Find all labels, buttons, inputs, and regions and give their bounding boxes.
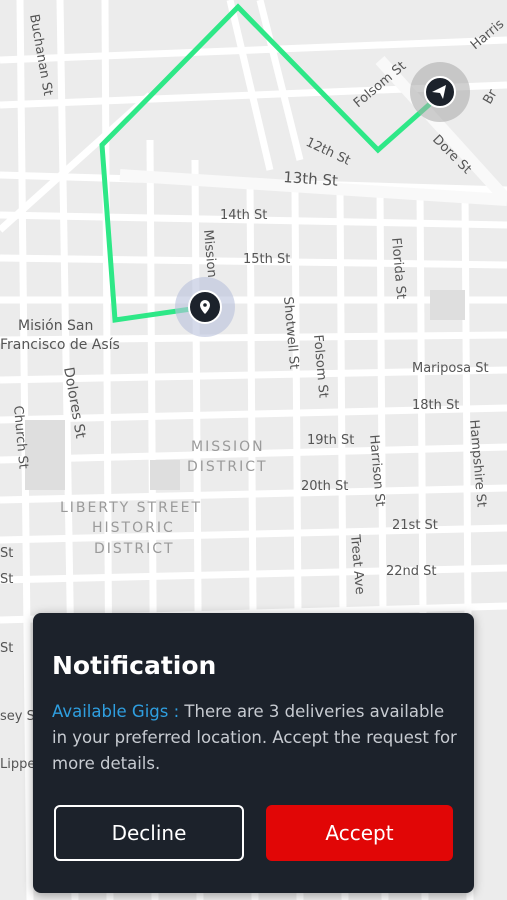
street-label: sey S	[0, 709, 35, 724]
destination-marker[interactable]	[175, 277, 235, 337]
district-label: DISTRICT	[94, 541, 175, 557]
place-label: Misión San	[18, 318, 93, 334]
street-label: 19th St	[307, 433, 354, 448]
district-label: LIBERTY STREET	[60, 500, 202, 516]
street-label: Lippe	[0, 757, 35, 772]
street-label: St	[0, 546, 13, 561]
place-label: Francisco de Asís	[0, 337, 120, 353]
street-label: 18th St	[412, 398, 459, 413]
district-label: MISSION	[191, 439, 265, 455]
street-label: 21st St	[392, 518, 438, 533]
accept-button[interactable]: Accept	[266, 805, 453, 861]
district-label: HISTORIC	[92, 520, 175, 536]
notification-message: Available Gigs : There are 3 deliveries …	[52, 699, 457, 777]
street-label: Mariposa St	[412, 361, 489, 376]
street-label: St	[0, 572, 13, 587]
notification-title: Notification	[52, 651, 217, 680]
street-label: 22nd St	[386, 564, 437, 579]
district-label: DISTRICT	[187, 459, 268, 475]
notification-label: Available Gigs :	[52, 702, 180, 721]
notification-card: Notification Available Gigs : There are …	[33, 613, 474, 893]
street-label: 13th St	[283, 168, 339, 190]
current-location-marker[interactable]	[410, 62, 470, 122]
street-label: 15th St	[243, 252, 290, 267]
street-label: St	[0, 641, 13, 656]
street-label: 14th St	[220, 208, 267, 223]
street-label: 20th St	[301, 479, 348, 494]
decline-button[interactable]: Decline	[54, 805, 244, 861]
